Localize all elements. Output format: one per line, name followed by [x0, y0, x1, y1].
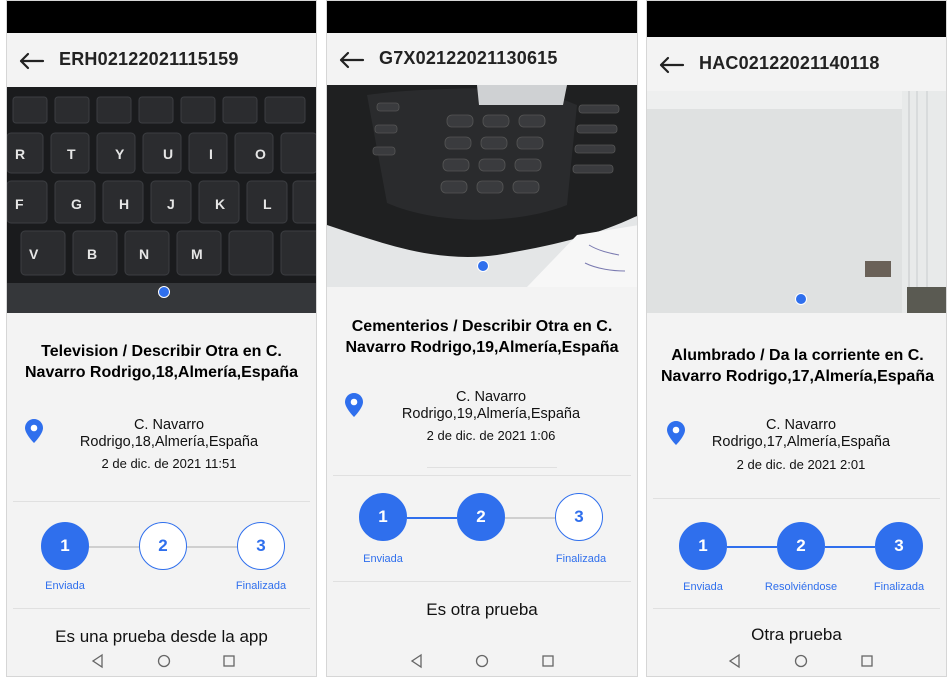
- step-connector: [187, 546, 237, 548]
- step-3-label: Finalizada: [555, 553, 607, 565]
- phone-screen-3: HAC02122021140118 Alumbrado / Da la corr…: [646, 0, 947, 677]
- nav-recents-icon[interactable]: [540, 653, 556, 669]
- svg-text:T: T: [67, 146, 76, 162]
- svg-text:I: I: [209, 146, 213, 162]
- nav-back-icon[interactable]: [409, 653, 425, 669]
- status-bar: [7, 1, 316, 33]
- svg-text:F: F: [15, 196, 24, 212]
- carousel-indicator-dot[interactable]: [158, 286, 170, 298]
- step-3-label: Finalizada: [873, 581, 925, 593]
- svg-text:L: L: [263, 196, 272, 212]
- app-bar: G7X02122021130615: [327, 33, 637, 85]
- svg-text:U: U: [163, 146, 173, 162]
- svg-text:H: H: [119, 196, 129, 212]
- svg-text:V: V: [29, 246, 39, 262]
- phone-screen-1: ERH02122021115159 R T Y U I O F G H J K …: [6, 0, 317, 677]
- step-connector: [825, 546, 875, 548]
- incident-photo[interactable]: R T Y U I O F G H J K L V B N M: [7, 87, 316, 313]
- incident-date: 2 de dic. de 2021 1:06: [426, 428, 556, 443]
- step-2-label: Resolviéndose: [764, 581, 838, 593]
- app-bar: HAC02122021140118: [647, 37, 946, 91]
- status-bar: [327, 1, 637, 33]
- step-connector: [407, 517, 457, 519]
- back-arrow-icon[interactable]: [337, 50, 365, 70]
- nav-back-icon[interactable]: [727, 653, 743, 669]
- svg-text:J: J: [167, 196, 175, 212]
- carousel-indicator-dot[interactable]: [477, 260, 489, 272]
- nav-recents-icon[interactable]: [859, 653, 875, 669]
- svg-text:Y: Y: [115, 146, 125, 162]
- svg-text:K: K: [215, 196, 225, 212]
- step-2-circle: 2: [457, 493, 505, 541]
- room-photo-image: [647, 91, 946, 313]
- nav-back-icon[interactable]: [90, 653, 106, 669]
- incident-title: Cementerios / Describir Otra en C. Navar…: [345, 318, 619, 356]
- divider: [653, 608, 940, 609]
- system-nav-bar: [7, 646, 316, 676]
- incident-code: ERH02122021115159: [59, 49, 239, 69]
- svg-text:N: N: [139, 246, 149, 262]
- incident-title: Television / Describir Otra en C. Navarr…: [25, 343, 298, 381]
- step-1-label: Enviada: [45, 580, 85, 592]
- divider: [13, 608, 310, 609]
- step-2-circle: 2: [777, 522, 825, 570]
- step-3-circle: 3: [875, 522, 923, 570]
- divider: [427, 467, 557, 468]
- incident-date: 2 de dic. de 2021 11:51: [101, 456, 237, 471]
- step-3-circle: 3: [237, 522, 285, 570]
- step-1-label: Enviada: [363, 553, 403, 565]
- location-pin-icon: [25, 419, 43, 443]
- incident-code: HAC02122021140118: [699, 53, 880, 73]
- svg-text:B: B: [87, 246, 97, 262]
- step-1-circle: 1: [359, 493, 407, 541]
- divider: [333, 475, 631, 476]
- desk-phone-photo-image: [327, 85, 637, 287]
- incident-photo[interactable]: [327, 85, 637, 287]
- incident-code: G7X02122021130615: [379, 48, 558, 68]
- nav-home-icon[interactable]: [474, 653, 490, 669]
- incident-address: C. Navarro Rodrigo,17,Almería,España: [711, 417, 891, 450]
- incident-comment: Es otra prueba: [426, 600, 538, 619]
- step-3-label: Finalizada: [235, 580, 287, 592]
- phone-screen-2: G7X02122021130615 Cementerios / Describi…: [326, 0, 638, 677]
- svg-text:M: M: [191, 246, 203, 262]
- step-2-circle: 2: [139, 522, 187, 570]
- svg-text:O: O: [255, 146, 266, 162]
- incident-address: C. Navarro Rodrigo,19,Almería,España: [401, 389, 581, 422]
- back-arrow-icon[interactable]: [17, 51, 45, 71]
- step-1-circle: 1: [41, 522, 89, 570]
- system-nav-bar: [327, 646, 637, 676]
- step-1-label: Enviada: [683, 581, 723, 593]
- back-arrow-icon[interactable]: [657, 55, 685, 75]
- step-connector: [89, 546, 139, 548]
- step-connector: [505, 517, 555, 519]
- step-connector: [727, 546, 777, 548]
- incident-comment: Otra prueba: [751, 625, 842, 644]
- svg-text:G: G: [71, 196, 82, 212]
- divider: [13, 501, 310, 502]
- app-bar: ERH02122021115159: [7, 33, 316, 87]
- nav-home-icon[interactable]: [156, 653, 172, 669]
- incident-comment: Es una prueba desde la app: [55, 627, 268, 646]
- step-3-circle: 3: [555, 493, 603, 541]
- incident-date: 2 de dic. de 2021 2:01: [736, 457, 866, 472]
- location-pin-icon: [345, 393, 363, 417]
- divider: [333, 581, 631, 582]
- incident-photo[interactable]: [647, 91, 946, 313]
- nav-home-icon[interactable]: [793, 653, 809, 669]
- incident-address: C. Navarro Rodrigo,18,Almería,España: [79, 417, 259, 450]
- step-1-circle: 1: [679, 522, 727, 570]
- carousel-indicator-dot[interactable]: [795, 293, 807, 305]
- incident-title: Alumbrado / Da la corriente en C. Navarr…: [661, 347, 934, 385]
- location-pin-icon: [667, 421, 685, 445]
- nav-recents-icon[interactable]: [221, 653, 237, 669]
- divider: [653, 498, 940, 499]
- system-nav-bar: [647, 646, 946, 676]
- status-bar: [647, 1, 946, 37]
- svg-text:R: R: [15, 146, 25, 162]
- keyboard-photo-image: R T Y U I O F G H J K L V B N M: [7, 87, 316, 313]
